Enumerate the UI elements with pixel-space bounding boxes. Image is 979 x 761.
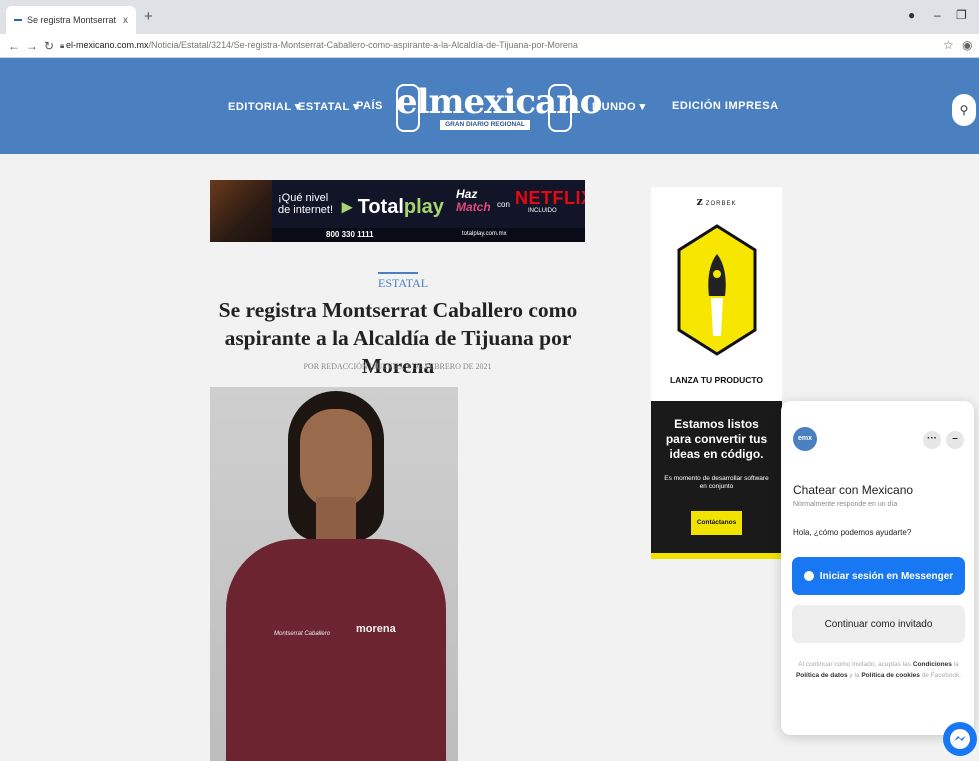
nav-pais[interactable]: PAÍS	[356, 100, 383, 112]
chat-page-name: Chatear con Mexicano	[793, 483, 914, 497]
url-host: el-mexicano.com.mx	[66, 40, 149, 50]
ad-footer: 800 330 1111 totalplay.com.mx	[272, 228, 585, 242]
ad-brand-arrow-icon: ▸	[342, 196, 353, 218]
legal-cookies-link[interactable]: Política de cookies	[861, 672, 920, 679]
legal-text-2: la	[951, 661, 959, 668]
ad-con: con	[497, 200, 510, 209]
logo-wordmark: elmexicano	[396, 82, 602, 122]
logo-tagline: GRAN DIARIO REGIONAL	[440, 120, 530, 130]
legal-text-4: de Facebook.	[919, 672, 962, 679]
sidebar-ad-top: z ZORBEK LANZA TU PRODUCTO	[651, 187, 782, 401]
ad-brand-total: Total	[357, 196, 404, 218]
tab-title: Se registra Montserrat Caballero	[27, 15, 118, 25]
nav-mundo[interactable]: MUNDO ▾	[592, 100, 646, 113]
photo-shirt	[226, 539, 446, 761]
ad-match: Match	[456, 200, 491, 214]
reload-icon[interactable]: ↻	[44, 39, 54, 53]
sidebar-ad-subtitle: Es momento de desarrollar software en co…	[664, 475, 769, 490]
sidebar-ad-tagline: LANZA TU PRODUCTO	[669, 375, 764, 385]
messenger-bolt-icon	[950, 729, 970, 749]
profile-icon[interactable]: ●	[908, 8, 915, 22]
messenger-chat-widget: emx ··· – Chatear con Mexicano Normalmen…	[781, 401, 974, 735]
nav-estatal[interactable]: ESTATAL ▾	[298, 100, 359, 113]
chat-avatar: emx	[793, 427, 817, 451]
site-header: EDITORIAL ▾ ESTATAL ▾ PAÍS elmexicano GR…	[0, 58, 979, 154]
messenger-login-label: Iniciar sesión en Messenger	[819, 570, 954, 582]
tab-favicon-icon	[14, 19, 22, 21]
url-field[interactable]: el-mexicano.com.mx/Noticia/Estatal/3214/…	[66, 40, 578, 50]
photo-face	[300, 409, 372, 509]
chat-legal-text: Al continuar como invitado, aceptas las …	[795, 659, 962, 681]
ad-netflix: NETFLIX	[515, 188, 585, 208]
forward-icon[interactable]: →	[26, 39, 38, 53]
url-path: /Noticia/Estatal/3214/Se-registra-Montse…	[148, 40, 578, 50]
article-section-tag[interactable]: ESTATAL	[378, 272, 428, 291]
ad-haz-match: Haz Match	[456, 188, 491, 214]
lock-icon[interactable]: 🔒︎	[60, 41, 64, 51]
article-byline: POR REDACCIÓN | JUEVES, 4 DE FEBRERO DE …	[303, 362, 492, 371]
ad-phone: 800 330 1111	[326, 230, 374, 239]
bookmark-star-icon[interactable]: ☆	[943, 38, 954, 52]
chat-minimize-button[interactable]: –	[946, 431, 964, 449]
legal-conditions-link[interactable]: Condiciones	[913, 661, 952, 668]
rocket-hexagon-icon	[677, 224, 757, 356]
nav-editorial[interactable]: EDITORIAL ▾	[228, 100, 301, 113]
chat-greeting: Hola, ¿cómo podemos ayudarte?	[793, 528, 912, 537]
sidebar-ad[interactable]: z ZORBEK LANZA TU PRODUCTO Estamos listos…	[651, 187, 782, 559]
browser-tab[interactable]: Se registra Montserrat Caballero x	[6, 6, 136, 34]
zorbek-mark: z	[696, 195, 704, 208]
zorbek-logo: z ZORBEK	[651, 195, 782, 208]
back-icon[interactable]: ←	[8, 39, 20, 53]
restore-button[interactable]: ❐	[956, 8, 967, 22]
ad-incluido: INCLUIDO	[528, 208, 557, 214]
zorbek-name: ZORBEK	[705, 201, 737, 207]
legal-text-1: Al continuar como invitado, aceptas las	[798, 661, 913, 668]
legal-data-policy-link[interactable]: Política de datos	[796, 672, 848, 679]
sidebar-ad-bottom: Estamos listos para convertir tus ideas …	[651, 401, 782, 559]
search-button[interactable]: ⚲	[952, 94, 976, 126]
minimize-button[interactable]: –	[934, 8, 941, 22]
address-bar: ← → ↻ 🔒︎ el-mexicano.com.mx/Noticia/Esta…	[0, 34, 979, 58]
contact-button[interactable]: Contáctanos	[691, 511, 742, 535]
article-photo: Montserrat Caballero morena	[210, 387, 458, 761]
tab-close-button[interactable]: x	[123, 15, 128, 26]
site-logo[interactable]: elmexicano GRAN DIARIO REGIONAL	[396, 80, 602, 136]
search-icon: ⚲	[959, 103, 969, 117]
ad-question: ¡Qué nivel de internet!	[278, 192, 334, 216]
shirt-name-label: Montserrat Caballero	[274, 631, 331, 637]
chat-more-button[interactable]: ···	[923, 431, 941, 449]
sidebar-ad-title: Estamos listos para convertir tus ideas …	[665, 417, 768, 461]
continue-as-guest-button[interactable]: Continuar como invitado	[792, 605, 965, 643]
browser-tab-bar: Se registra Montserrat Caballero x + ● –…	[0, 0, 979, 34]
shirt-morena-logo: morena	[356, 623, 396, 635]
ad-site: totalplay.com.mx	[462, 231, 507, 237]
banner-ad[interactable]: ¡Qué nivel de internet! ▸ Totalplay Haz M…	[210, 180, 585, 242]
chat-response-time: Normalmente responde en un día	[793, 501, 898, 508]
messenger-icon	[803, 571, 814, 581]
messenger-launcher-button[interactable]	[943, 722, 977, 756]
ad-brand: ▸ Totalplay	[342, 194, 444, 219]
account-icon[interactable]: ◉	[962, 38, 972, 52]
legal-text-3: y la	[847, 672, 862, 679]
messenger-login-button[interactable]: Iniciar sesión en Messenger	[792, 557, 965, 595]
ad-photo	[210, 180, 272, 242]
new-tab-button[interactable]: +	[144, 8, 153, 25]
ad-brand-play: play	[403, 196, 444, 218]
nav-edicion-impresa[interactable]: EDICIÓN IMPRESA	[672, 100, 779, 112]
